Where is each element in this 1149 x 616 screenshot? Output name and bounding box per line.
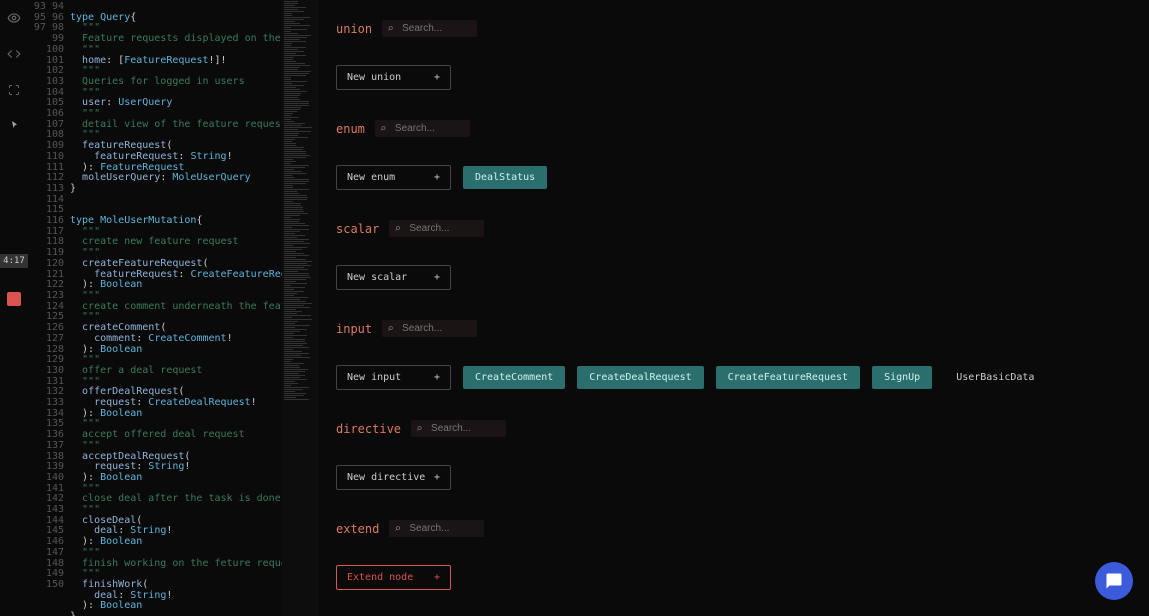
section-title: input xyxy=(336,322,372,336)
plus-icon: + xyxy=(434,372,440,383)
search-input-input[interactable] xyxy=(382,320,477,337)
section-title: directive xyxy=(336,422,401,436)
code-content[interactable]: type Query{ """ Feature requests display… xyxy=(70,0,282,616)
new-directive-button[interactable]: New directive+ xyxy=(336,465,451,490)
search-input-directive[interactable] xyxy=(411,420,506,437)
section-enum: enum New enum+ DealStatus xyxy=(336,120,1131,190)
code-icon[interactable] xyxy=(6,46,22,62)
schema-node-UserBasicData[interactable]: UserBasicData xyxy=(944,366,1046,389)
time-badge: 4:17 xyxy=(0,254,29,268)
expand-icon[interactable] xyxy=(6,82,22,98)
eye-icon[interactable] xyxy=(6,10,22,26)
section-title: enum xyxy=(336,122,365,136)
left-sidebar: 4:17 xyxy=(0,0,28,616)
new-enum-button[interactable]: New enum+ xyxy=(336,165,451,190)
search-input-union[interactable] xyxy=(382,20,477,37)
schema-node-CreateFeatureRequest[interactable]: CreateFeatureRequest xyxy=(716,366,860,389)
minimap[interactable] xyxy=(282,0,317,616)
plus-icon: + xyxy=(434,572,440,583)
section-union: union New union+ xyxy=(336,20,1131,90)
new-union-button[interactable]: New union+ xyxy=(336,65,451,90)
chat-launcher[interactable] xyxy=(1095,562,1133,600)
section-directive: directive New directive+ xyxy=(336,420,1131,490)
new-extend-button[interactable]: Extend node+ xyxy=(336,565,451,590)
schema-node-CreateDealRequest[interactable]: CreateDealRequest xyxy=(577,366,703,389)
plus-icon: + xyxy=(434,472,440,483)
search-input-extend[interactable] xyxy=(389,520,484,537)
plus-icon: + xyxy=(434,172,440,183)
pointer-icon[interactable] xyxy=(6,118,22,134)
schema-node-CreateComment[interactable]: CreateComment xyxy=(463,366,565,389)
schema-panel: union New union+ enum New enum+ DealStatus sc… xyxy=(318,0,1149,616)
schema-node-DealStatus[interactable]: DealStatus xyxy=(463,166,547,189)
section-scalar: scalar New scalar+ xyxy=(336,220,1131,290)
section-title: extend xyxy=(336,522,379,536)
schema-node-SignUp[interactable]: SignUp xyxy=(872,366,932,389)
section-title: scalar xyxy=(336,222,379,236)
code-editor[interactable]: 93 94 95 96 97 98 99 100 101 102 103 104… xyxy=(28,0,318,616)
search-input-scalar[interactable] xyxy=(389,220,484,237)
new-input-button[interactable]: New input+ xyxy=(336,365,451,390)
search-input-enum[interactable] xyxy=(375,120,470,137)
section-title: union xyxy=(336,22,372,36)
status-indicator[interactable] xyxy=(7,292,21,306)
section-input: input New input+ CreateComment CreateDealRe… xyxy=(336,320,1131,390)
section-extend: extend Extend node+ xyxy=(336,520,1131,590)
plus-icon: + xyxy=(434,272,440,283)
new-scalar-button[interactable]: New scalar+ xyxy=(336,265,451,290)
plus-icon: + xyxy=(434,72,440,83)
line-gutter: 93 94 95 96 97 98 99 100 101 102 103 104… xyxy=(28,0,70,591)
